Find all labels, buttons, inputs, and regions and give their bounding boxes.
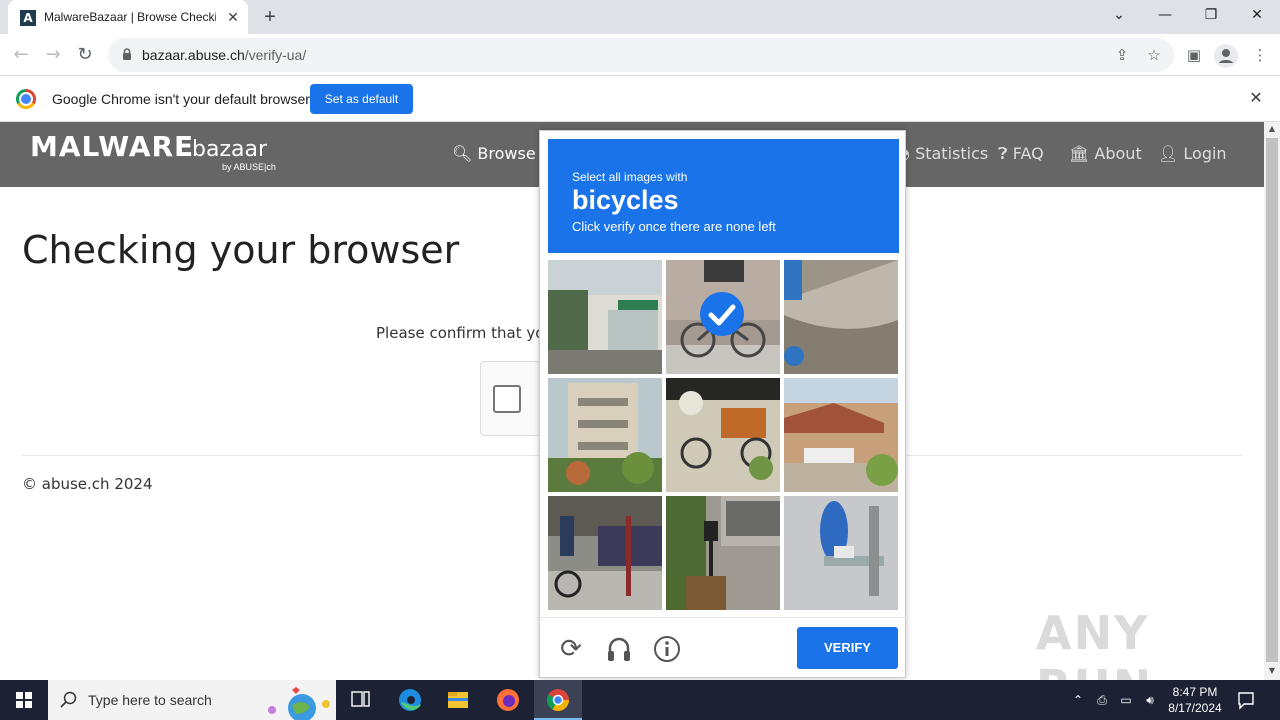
bookmark-star-icon[interactable]: ☆ — [1144, 45, 1164, 65]
captcha-tile-4[interactable] — [548, 378, 662, 492]
nav-login[interactable]: 👤︎ Login — [1158, 144, 1227, 163]
tab-search-chevron-icon[interactable]: ⌄ — [1096, 0, 1142, 30]
clock-date: 8/17/2024 — [1168, 701, 1222, 715]
search-highlight-icon — [268, 687, 330, 720]
search-icon — [60, 691, 77, 708]
captcha-instruction: Select all images with — [572, 170, 688, 184]
infobar-message: Google Chrome isn't your default browser — [52, 91, 310, 107]
verify-button[interactable]: VERIFY — [797, 627, 898, 669]
nav-login-label: Login — [1183, 144, 1227, 163]
tray-device-icon[interactable]: ⎙ — [1094, 692, 1110, 708]
captcha-tile-3[interactable] — [784, 260, 898, 374]
url-path: /verify-ua/ — [244, 47, 307, 63]
site-logo-byline: by ABUSE|ch — [222, 162, 276, 172]
tab-strip: A MalwareBazaar | Browse Checking your b… — [0, 0, 1280, 34]
captcha-checkbox[interactable] — [493, 385, 521, 413]
captcha-tile-7[interactable] — [548, 496, 662, 610]
task-view-icon[interactable] — [336, 680, 384, 720]
network-icon[interactable]: ▭ — [1118, 692, 1134, 708]
audio-headphones-icon[interactable] — [604, 634, 634, 664]
captcha-tile-1[interactable] — [548, 260, 662, 374]
captcha-tile-9[interactable] — [784, 496, 898, 610]
user-icon: 👤︎ — [1158, 144, 1179, 163]
copyright: © abuse.ch 2024 — [22, 475, 153, 493]
forward-arrow-icon[interactable]: → — [40, 42, 66, 68]
infobar-close-icon[interactable]: ✕ — [1246, 89, 1266, 109]
taskbar-search-box[interactable]: Type here to search — [48, 680, 336, 720]
captcha-tile-8[interactable] — [666, 496, 780, 610]
captcha-tile-2[interactable] — [666, 260, 780, 374]
chrome-logo-icon — [16, 89, 36, 109]
captcha-footer-divider — [540, 617, 907, 618]
new-tab-button[interactable]: + — [258, 6, 282, 28]
captcha-subinstruction: Click verify once there are none left — [572, 219, 776, 234]
taskbar-clock[interactable]: 8:47 PM 8/17/2024 — [1160, 684, 1230, 716]
institution-icon: 🏛︎ — [1069, 144, 1090, 163]
captcha-challenge: Select all images with bicycles Click ve… — [539, 130, 907, 678]
windows-taskbar: Type here to search ⌃ ⎙ ▭ 🔊︎ 8:47 PM 8/1… — [0, 680, 1280, 720]
taskbar-search-placeholder: Type here to search — [88, 692, 212, 708]
site-favicon-icon: A — [20, 10, 36, 26]
menu-kebab-icon[interactable]: ⋮ — [1250, 45, 1270, 65]
address-bar[interactable]: bazaar.abuse.ch/verify-ua/ ⇪ ☆ — [108, 38, 1174, 72]
search-icon: 🔍︎ — [452, 144, 473, 163]
edge-browser-icon[interactable] — [386, 680, 434, 720]
page-title: Checking your browser — [22, 228, 460, 272]
minimize-button[interactable]: — — [1142, 0, 1188, 30]
browser-tab[interactable]: A MalwareBazaar | Browse Checking your b… — [8, 0, 248, 34]
nav-about-label: About — [1094, 144, 1142, 163]
close-window-button[interactable]: ✕ — [1234, 0, 1280, 30]
captcha-prompt: Select all images with bicycles Click ve… — [548, 139, 899, 253]
firefox-icon[interactable] — [484, 680, 532, 720]
question-circle-icon: ❓︎ — [998, 144, 1008, 163]
set-as-default-button[interactable]: Set as default — [310, 84, 413, 114]
nav-browse[interactable]: 🔍︎ Browse — [452, 144, 536, 163]
info-icon[interactable] — [652, 634, 682, 664]
reload-icon[interactable]: ↻ — [72, 42, 98, 68]
browser-toolbar: ← → ↻ bazaar.abuse.ch/verify-ua/ ⇪ ☆ ▣ ⋮ — [0, 34, 1280, 76]
back-arrow-icon[interactable]: ← — [8, 42, 34, 68]
confirm-text: Please confirm that you — [376, 324, 554, 342]
nav-statistics[interactable]: ◔ Statistics — [896, 144, 988, 163]
lock-icon — [123, 48, 131, 60]
refresh-icon[interactable]: ⟳ — [556, 634, 586, 664]
url-text: bazaar.abuse.ch/verify-ua/ — [142, 47, 306, 63]
page-scrollbar[interactable]: ▲ ▼ — [1264, 122, 1280, 680]
site-logo-sub[interactable]: bazaar — [192, 137, 267, 162]
site-logo-main[interactable]: MALWARE — [30, 130, 194, 163]
clock-time: 8:47 PM — [1172, 685, 1218, 699]
tray-chevron-up-icon[interactable]: ⌃ — [1070, 692, 1086, 708]
nav-about[interactable]: 🏛︎ About — [1069, 144, 1142, 163]
default-browser-infobar: Google Chrome isn't your default browser… — [0, 76, 1280, 122]
tab-title: MalwareBazaar | Browse Checking your bro… — [44, 10, 216, 24]
scroll-up-arrow-icon[interactable]: ▲ — [1264, 122, 1280, 136]
volume-icon[interactable]: 🔊︎ — [1142, 692, 1158, 708]
notification-icon[interactable] — [1236, 690, 1256, 710]
captcha-tile-6[interactable] — [784, 378, 898, 492]
nav-browse-label: Browse — [477, 144, 536, 163]
nav-statistics-label: Statistics — [915, 144, 989, 163]
windows-start-icon[interactable] — [0, 680, 48, 720]
url-host: bazaar.abuse.ch — [142, 47, 245, 63]
captcha-tile-5[interactable] — [666, 378, 780, 492]
restore-button[interactable]: ❐ — [1188, 0, 1234, 30]
file-explorer-icon[interactable] — [434, 680, 482, 720]
selected-check-icon — [700, 292, 744, 336]
tab-close-icon[interactable]: ✕ — [224, 8, 242, 26]
chrome-taskbar-icon[interactable] — [534, 680, 582, 720]
captcha-target: bicycles — [572, 185, 679, 215]
share-icon[interactable]: ⇪ — [1112, 45, 1132, 65]
nav-faq-label: FAQ — [1012, 144, 1044, 163]
profile-avatar-icon[interactable] — [1214, 44, 1238, 68]
scroll-thumb[interactable] — [1266, 138, 1278, 662]
side-panel-icon[interactable]: ▣ — [1184, 45, 1204, 65]
nav-faq[interactable]: ❓︎ FAQ — [998, 144, 1044, 164]
